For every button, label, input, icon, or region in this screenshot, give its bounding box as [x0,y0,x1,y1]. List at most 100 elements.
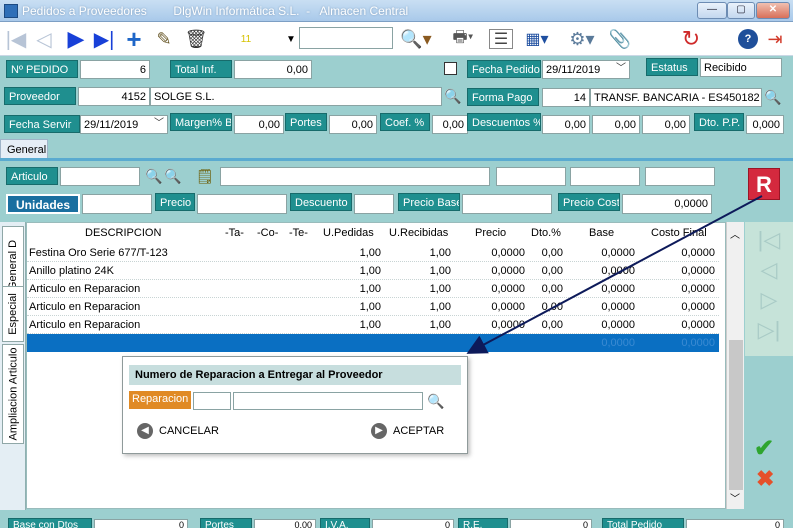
record-navigation-panel: |◁ ◁ ▷ ▷| [745,222,793,356]
descuento-1-input[interactable]: 0,00 [542,115,590,134]
tab-general[interactable]: General [0,139,48,160]
column-header[interactable]: U.Recibidas [389,227,448,239]
column-header[interactable]: -Ta- [225,227,244,239]
first-icon[interactable]: |◀ [4,27,28,51]
close-button[interactable]: ✕ [756,2,790,19]
column-header[interactable]: -Co- [257,227,278,239]
next-icon[interactable]: ▶ [64,26,88,51]
first-record-icon[interactable]: |◁ [757,228,781,252]
forma-pago-name-input[interactable]: TRANSF. BANCARIA - ES450182 [590,88,762,107]
last-icon[interactable]: ▶| [92,27,116,51]
prev-icon[interactable]: ◁ [34,27,54,51]
proveedor-search-icon[interactable]: 🔍 [444,88,461,105]
articulo-extra-2-input[interactable] [570,167,640,186]
portes-input[interactable]: 0,00 [329,115,377,134]
side-tab-ampliacion[interactable]: Ampliacion Articulo [2,344,24,444]
prev-record-icon[interactable]: ◁ [757,258,781,282]
articulo-input[interactable] [60,167,140,186]
table-row[interactable]: Festina Oro Serie 677/T-123 1,00 1,00 0,… [27,244,719,262]
counter-dropdown-icon[interactable]: ▼ [284,27,298,51]
selected-table-row[interactable]: 0,0000 0,0000 [27,334,719,352]
cell-u-recibidas: 1,00 [429,319,451,331]
reparacion-code-input[interactable] [193,392,231,410]
cell-costo-final: 0,0000 [681,301,715,313]
scroll-down-icon[interactable]: ﹀ [730,490,740,505]
reparacion-search-icon[interactable]: 🔍 [427,393,444,410]
accept-check-icon[interactable]: ✔ [754,434,774,463]
exit-icon[interactable]: ⇥ [762,27,788,51]
total-inf-input[interactable]: 0,00 [234,60,312,79]
precio-base-input[interactable] [462,194,552,214]
scrollbar-thumb[interactable] [729,340,743,490]
cell-costo-final: 0,0000 [681,337,715,349]
forma-pago-search-icon[interactable]: 🔍 [764,89,781,106]
articulo-search-icon[interactable]: 🔍 [145,168,162,185]
column-header[interactable]: -Te- [289,227,308,239]
fecha-pedido-checkbox[interactable] [444,62,457,75]
r-button[interactable]: R [748,168,780,200]
reparacion-input[interactable] [233,392,423,410]
chevron-down-icon[interactable]: ﹀ [616,62,626,76]
proveedor-code-input[interactable]: 4152 [78,87,150,106]
table-icon[interactable]: ▦▾ [518,27,556,51]
table-row[interactable]: Anillo platino 24K 1,00 1,00 0,0000 0,00… [27,262,719,280]
notes-icon[interactable]: 🗒 [196,168,214,185]
minimize-button[interactable]: — [697,2,727,19]
forma-pago-code-input[interactable]: 14 [542,88,590,107]
margen-input[interactable]: 0,00 [234,115,284,134]
scroll-up-icon[interactable]: ︿ [730,226,740,241]
cancel-x-icon[interactable]: ✖ [756,466,774,492]
help-icon[interactable]: ? [738,29,758,49]
articulo-advanced-search-icon[interactable]: 🔍 [164,168,181,185]
proveedor-name-input[interactable]: SOLGE S.L. [150,87,442,106]
list-icon[interactable]: ☰ [489,29,513,49]
articulo-extra-3-input[interactable] [645,167,715,186]
descuento-3-input[interactable]: 0,00 [642,115,690,134]
last-record-icon[interactable]: ▷| [757,318,781,342]
aceptar-button[interactable]: ▶ ACEPTAR [371,423,444,439]
precio-input[interactable] [197,194,287,214]
unidades-input[interactable] [82,194,152,214]
column-header[interactable]: Base [589,227,614,239]
table-row[interactable]: Articulo en Reparacion 1,00 1,00 0,0000 … [27,280,719,298]
chevron-down-icon[interactable]: ﹀ [154,117,164,131]
toolbar-search-input[interactable] [299,27,393,49]
refresh-icon[interactable]: ↻ [678,26,704,51]
column-header[interactable]: U.Pedidas [323,227,374,239]
grid-scrollbar[interactable]: ︿ ﹀ [726,222,744,509]
print-icon[interactable]: 🖶▾ [446,27,480,51]
delete-icon[interactable]: 🗑 [184,27,208,51]
cancelar-button[interactable]: ◀ CANCELAR [137,423,219,439]
attach-icon[interactable]: 📎 [608,27,632,51]
cell-base: 0,0000 [601,301,635,313]
next-record-icon[interactable]: ▷ [757,288,781,312]
grid-header: DESCRIPCION -Ta- -Co- -Te- U.Pedidas U.R… [27,223,719,243]
articulo-description-input[interactable] [220,167,490,186]
table-row[interactable]: Articulo en Reparacion 1,00 1,00 0,0000 … [27,316,719,334]
estatus-input[interactable]: Recibido [700,58,782,77]
settings-icon[interactable]: ⚙▾ [562,27,602,51]
precio-base-label: Precio Base [398,193,460,211]
maximize-button[interactable]: ▢ [727,2,755,19]
coef-input[interactable]: 0,00 [432,115,468,134]
add-icon[interactable]: + [122,24,146,54]
edit-icon[interactable]: ✎ [152,27,176,51]
column-header[interactable]: Costo Final [651,227,707,239]
pedido-input[interactable]: 6 [80,60,150,79]
descuento-input[interactable] [354,194,394,214]
side-tab-general-d-label: General D [7,239,20,291]
table-row[interactable]: Articulo en Reparacion 1,00 1,00 0,0000 … [27,298,719,316]
fecha-pedido-input[interactable]: 29/11/2019 ﹀ [542,60,630,79]
precio-coste-input[interactable]: 0,0000 [622,194,712,214]
column-header[interactable]: Dto.% [531,227,561,239]
cell-u-recibidas: 1,00 [429,265,451,277]
dto-pp-input[interactable]: 0,000 [746,115,784,134]
fecha-servir-input[interactable]: 29/11/2019 ﹀ [80,115,168,134]
column-header[interactable]: DESCRIPCION [85,227,161,239]
cell-descripcion: Articulo en Reparacion [29,301,141,313]
search-icon[interactable]: 🔍▾ [400,27,432,51]
descuento-2-input[interactable]: 0,00 [592,115,640,134]
articulo-extra-1-input[interactable] [496,167,566,186]
side-tab-especial[interactable]: Especial [2,286,24,342]
column-header[interactable]: Precio [475,227,506,239]
